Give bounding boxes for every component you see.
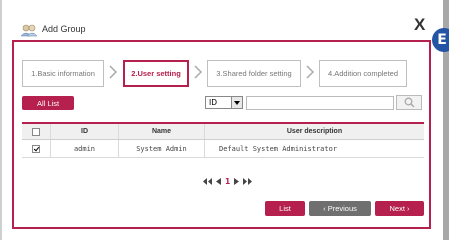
- select-all-header[interactable]: [22, 122, 51, 140]
- table-row[interactable]: admin System Admin Default System Admini…: [22, 139, 424, 158]
- row-select-cell[interactable]: [22, 139, 51, 158]
- user-table: ID Name User description admin System Ad…: [22, 122, 424, 158]
- all-list-button[interactable]: All List: [22, 96, 74, 110]
- row-name: System Admin: [118, 139, 205, 158]
- right-arrow-icon[interactable]: [234, 178, 240, 185]
- list-button[interactable]: List: [265, 201, 305, 216]
- double-right-icon[interactable]: [243, 178, 253, 185]
- step-basic-information[interactable]: 1.Basic information: [22, 60, 104, 87]
- group-icon: [20, 24, 38, 37]
- next-button[interactable]: Next ›: [375, 201, 424, 216]
- search-field-value: ID: [209, 98, 217, 107]
- id-column-header: ID: [50, 122, 119, 140]
- table-header-row: ID Name User description: [22, 122, 424, 140]
- search-field-select[interactable]: ID: [205, 96, 243, 109]
- chevron-right-icon: [109, 65, 118, 79]
- pagination: 1: [203, 177, 253, 186]
- row-id: admin: [50, 139, 119, 158]
- left-arrow-icon[interactable]: [216, 178, 221, 185]
- close-button[interactable]: X: [414, 15, 425, 35]
- dropdown-arrow-icon: [231, 97, 242, 108]
- step-user-setting[interactable]: 2.User setting: [123, 60, 189, 87]
- step-addition-completed[interactable]: 4.Addition completed: [319, 60, 407, 87]
- double-left-icon[interactable]: [203, 178, 212, 185]
- magnifier-icon: [404, 97, 415, 108]
- chevron-right-icon: [306, 65, 315, 79]
- dialog-window: Add Group X E 1.Basic information 2.User…: [0, 0, 449, 240]
- search-input[interactable]: [246, 96, 394, 110]
- row-description: Default System Administrator: [204, 139, 424, 158]
- select-all-checkbox[interactable]: [32, 127, 40, 136]
- left-edge: [0, 0, 2, 240]
- search-button[interactable]: [396, 95, 422, 110]
- chevron-right-icon: [194, 65, 203, 79]
- dialog-title: Add Group: [42, 24, 86, 34]
- step-shared-folder-setting[interactable]: 3.Shared folder setting: [207, 60, 301, 87]
- name-column-header: Name: [118, 122, 205, 140]
- current-page[interactable]: 1: [225, 177, 230, 186]
- previous-button[interactable]: ‹ Previous: [309, 201, 371, 216]
- description-column-header: User description: [204, 122, 424, 140]
- corner-badge: E: [432, 28, 449, 52]
- row-checkbox[interactable]: [32, 144, 40, 153]
